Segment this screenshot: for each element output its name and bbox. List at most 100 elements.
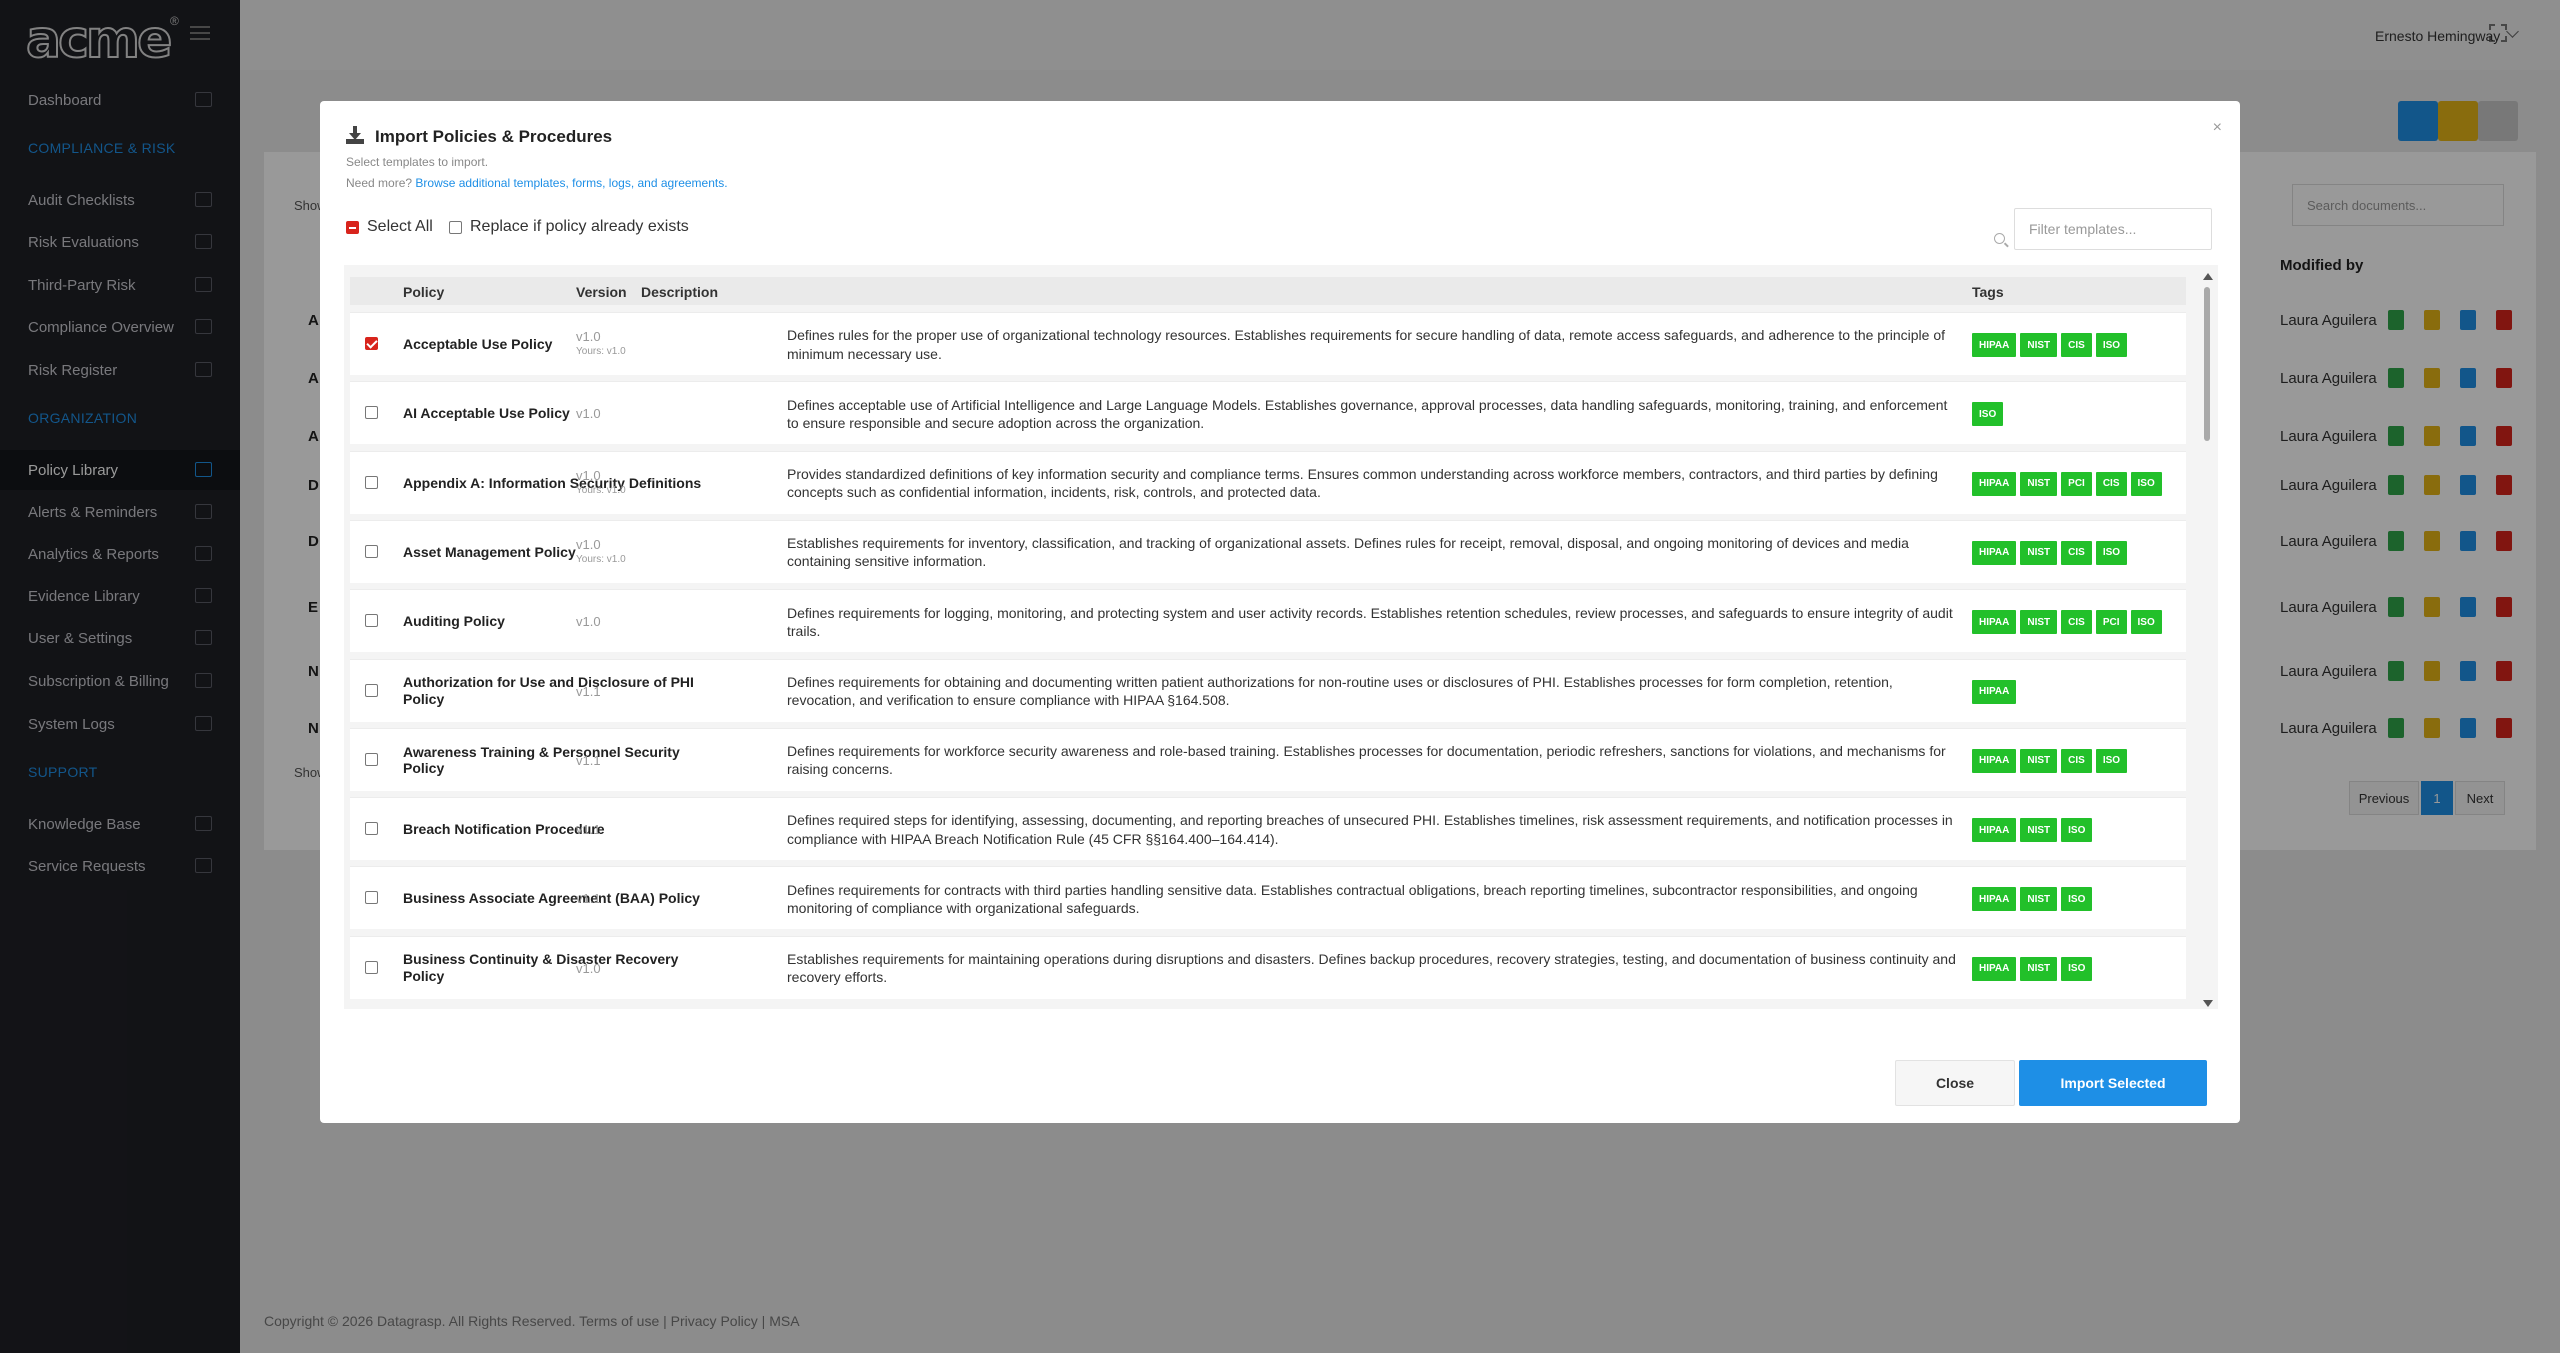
select-all-checkbox[interactable] [346, 221, 359, 234]
tag-badge: NIST [2020, 610, 2058, 635]
table-row[interactable]: Business Associate Agreement (BAA) Polic… [350, 866, 2186, 930]
column-tags[interactable]: Tags [1972, 284, 2004, 300]
table-row[interactable]: Awareness Training & Personnel Security … [350, 727, 2186, 791]
policy-version: v1.1 [576, 683, 601, 699]
tag-badge: ISO [2061, 818, 2093, 843]
policy-name: Breach Notification Procedure [403, 821, 605, 838]
tag-badge: HIPAA [1972, 679, 2017, 704]
row-checkbox[interactable] [365, 683, 378, 697]
current-version: Yours: v1.0 [576, 346, 626, 357]
tag-badge: ISO [2061, 887, 2093, 912]
column-version[interactable]: Version [576, 284, 627, 300]
tag-badge: ISO [2130, 610, 2162, 635]
table-row[interactable]: AI Acceptable Use Policy v1.0 Defines acce… [350, 381, 2186, 445]
policy-name: Auditing Policy [403, 613, 505, 630]
tag-badge: ISO [2095, 540, 2128, 565]
tag-badge: CIS [2061, 540, 2092, 565]
policy-name: Business Associate Agreement (BAA) Polic… [403, 890, 700, 907]
tag-badge: NIST [2020, 818, 2058, 843]
row-checkbox[interactable] [365, 960, 378, 974]
templates-table: Policy Version Description Tags Acceptab… [344, 265, 2218, 1009]
row-checkbox[interactable] [365, 337, 378, 350]
policy-name: Asset Management Policy [403, 543, 576, 560]
policy-tags: HIPAA NIST CIS ISO [1972, 540, 2128, 565]
tag-badge: HIPAA [1972, 610, 2017, 635]
filter-templates-input[interactable] [2014, 208, 2212, 250]
scroll-thumb[interactable] [2204, 287, 2210, 441]
table-row[interactable]: Asset Management Policy v1.0 Yours: v1.0 Es… [350, 519, 2186, 583]
row-checkbox[interactable] [365, 406, 378, 420]
tag-badge: ISO [2095, 333, 2128, 357]
need-more-label: Need more? [346, 176, 413, 190]
tag-badge: CIS [2061, 610, 2092, 635]
policy-description: Establishes requirements for inventory, … [787, 535, 1909, 570]
policy-description: Defines requirements for workforce secur… [787, 743, 1946, 778]
tag-badge: NIST [2020, 540, 2058, 565]
column-policy[interactable]: Policy [403, 284, 444, 300]
import-selected-button[interactable]: Import Selected [2019, 1060, 2207, 1106]
policy-tags: ISO [1972, 402, 2004, 427]
tag-badge: ISO [1972, 402, 2004, 427]
row-checkbox[interactable] [365, 614, 378, 628]
policy-version: v1.1 [576, 891, 601, 907]
policy-version: v1.0 [576, 406, 601, 422]
table-row[interactable]: Breach Notification Procedure v1.1 Defines… [350, 797, 2186, 861]
tag-badge: HIPAA [1972, 818, 2017, 843]
tag-badge: NIST [2020, 471, 2058, 496]
scroll-down-icon[interactable] [2203, 1000, 2213, 1007]
scroll-up-icon[interactable] [2203, 273, 2213, 280]
row-checkbox[interactable] [365, 475, 378, 489]
row-checkbox[interactable] [365, 752, 378, 766]
replace-existing-label[interactable]: Replace if policy already exists [470, 218, 689, 236]
policy-description: Defines requirements for contracts with … [787, 881, 1918, 916]
policy-tags: HIPAA NIST CIS ISO [1972, 748, 2128, 773]
tag-badge: NIST [2020, 887, 2058, 912]
policy-description: Defines acceptable use of Artificial Int… [787, 396, 1948, 431]
table-row[interactable]: Auditing Policy v1.0 Defines requirements … [350, 589, 2186, 653]
table-scrollbar[interactable] [2202, 273, 2213, 1007]
policy-description: Defines requirements for obtaining and d… [787, 673, 1893, 708]
row-checkbox[interactable] [365, 822, 378, 836]
import-policies-modal: Import Policies & Procedures × Select te… [320, 101, 2240, 1123]
tag-badge: CIS [2095, 471, 2127, 496]
policy-name: AI Acceptable Use Policy [403, 405, 570, 422]
row-checkbox[interactable] [365, 891, 378, 905]
table-header: Policy Version Description Tags [350, 277, 2186, 305]
tag-badge: HIPAA [1972, 471, 2017, 496]
tag-badge: ISO [2130, 471, 2162, 496]
current-version: Yours: v1.0 [576, 553, 626, 565]
tag-badge: CIS [2061, 333, 2092, 357]
table-row[interactable]: Appendix A: Information Security Definit… [350, 450, 2186, 514]
policy-tags: HIPAA [1972, 679, 2017, 704]
modal-title: Import Policies & Procedures [375, 127, 613, 146]
policy-version: v1.0 [576, 536, 601, 552]
tag-badge: HIPAA [1972, 887, 2017, 912]
row-checkbox[interactable] [365, 544, 378, 558]
tag-badge: ISO [2061, 956, 2093, 981]
table-row[interactable]: Acceptable Use Policy v1.0 Yours: v1.0 Defi… [350, 312, 2186, 375]
policy-description: Defines requirements for logging, monito… [787, 604, 1953, 639]
select-all-label[interactable]: Select All [367, 218, 433, 236]
table-row[interactable]: Authorization for Use and Disclosure of … [350, 658, 2186, 722]
policy-tags: HIPAA NIST CIS PCI ISO [1972, 610, 2162, 635]
policy-tags: HIPAA NIST ISO [1972, 887, 2093, 912]
tag-badge: HIPAA [1972, 540, 2017, 565]
browse-templates-link[interactable]: Browse additional templates, forms, logs… [415, 176, 727, 190]
need-more-text: Need more? Browse additional templates, … [346, 176, 728, 190]
policy-tags: HIPAA NIST PCI CIS ISO [1972, 471, 2162, 496]
close-icon[interactable]: × [2213, 119, 2222, 137]
close-button[interactable]: Close [1895, 1060, 2015, 1106]
policy-name: Authorization for Use and Disclosure of … [403, 674, 694, 707]
policy-name: Business Continuity & Disaster Recovery … [403, 951, 679, 985]
tag-badge: HIPAA [1972, 748, 2017, 773]
table-row[interactable]: Business Continuity & Disaster Recovery … [350, 935, 2186, 999]
tag-badge: CIS [2061, 748, 2092, 773]
policy-name: Awareness Training & Personnel Security … [403, 743, 680, 777]
column-description[interactable]: Description [641, 284, 718, 300]
policy-name: Appendix A: Information Security Definit… [403, 474, 702, 491]
policy-description: Provides standardized definitions of key… [787, 465, 1938, 501]
policy-tags: HIPAA NIST ISO [1972, 818, 2093, 843]
policy-name: Acceptable Use Policy [403, 336, 553, 353]
replace-existing-checkbox[interactable] [449, 221, 462, 234]
tag-badge: HIPAA [1972, 956, 2017, 981]
